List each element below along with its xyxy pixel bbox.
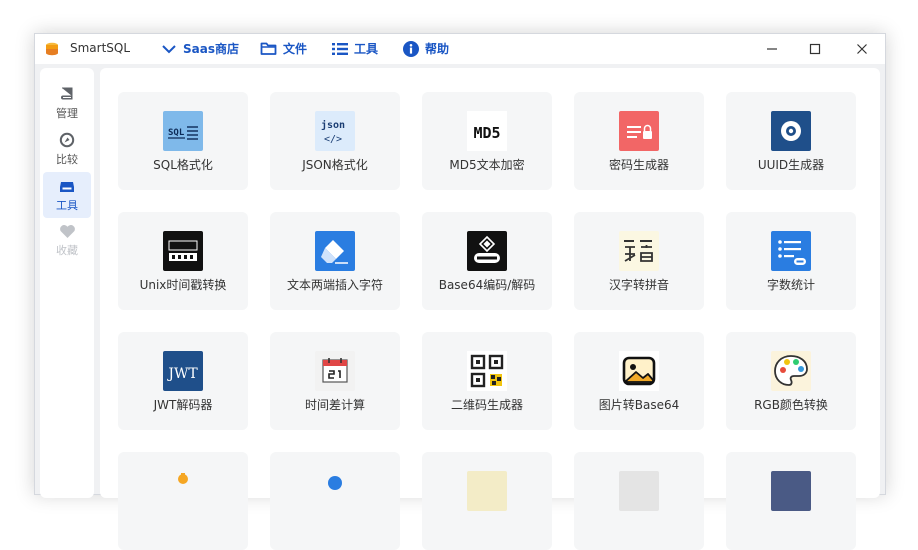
toolbox-icon: [60, 181, 74, 192]
svg-text:</>: </>: [324, 134, 342, 145]
word-count-icon: [771, 231, 811, 271]
heart-icon: [59, 225, 75, 238]
tool-password[interactable]: 密码生成器: [574, 92, 704, 190]
image-icon: [619, 351, 659, 391]
sidebar-item-manage[interactable]: 管理: [43, 80, 91, 126]
tools-panel: SQL SQL格式化 json </> JSON格式化 MD5 MD5文本加密: [100, 68, 880, 550]
partial-icon-blue: [328, 476, 342, 490]
calendar-icon: [315, 351, 355, 391]
tool-json-format[interactable]: json </> JSON格式化: [270, 92, 400, 190]
menu-tools[interactable]: 工具: [332, 40, 378, 57]
tool-pinyin[interactable]: 汉字转拼音: [574, 212, 704, 310]
tool-partial-1[interactable]: [118, 452, 248, 550]
list-icon: [332, 42, 348, 55]
menu-file[interactable]: 文件: [260, 40, 307, 57]
md5-icon: MD5: [467, 111, 507, 151]
password-icon: [619, 111, 659, 151]
minimize-button[interactable]: [761, 38, 783, 60]
maximize-icon: [809, 43, 821, 55]
tool-jwt[interactable]: JWT JWT解码器: [118, 332, 248, 430]
palette-icon: [771, 351, 811, 391]
tool-image-base64[interactable]: 图片转Base64: [574, 332, 704, 430]
close-button[interactable]: [851, 38, 873, 60]
tool-base64[interactable]: Base64编码/解码: [422, 212, 552, 310]
menu-saas[interactable]: Saas商店: [161, 40, 239, 57]
tool-rgb[interactable]: RGB颜色转换: [726, 332, 856, 430]
tool-md5[interactable]: MD5 MD5文本加密: [422, 92, 552, 190]
folder-icon: [260, 42, 277, 55]
partial-icon-navy: [771, 471, 811, 511]
svg-text:JWT: JWT: [166, 366, 198, 382]
tool-partial-2[interactable]: [270, 452, 400, 550]
tool-sql-format[interactable]: SQL SQL格式化: [118, 92, 248, 190]
json-icon: json </>: [315, 111, 355, 151]
tool-word-count[interactable]: 字数统计: [726, 212, 856, 310]
partial-icon-orange: [178, 473, 188, 484]
tool-unix-time[interactable]: Unix时间戳转换: [118, 212, 248, 310]
partial-icon-yellow: [467, 471, 507, 511]
close-icon: [857, 44, 867, 54]
jwt-icon: JWT: [163, 351, 203, 391]
svg-text:MD5: MD5: [473, 124, 500, 142]
uuid-icon: [771, 111, 811, 151]
menu-help[interactable]: 帮助: [403, 40, 449, 57]
sidebar-item-compare[interactable]: 比较: [43, 126, 91, 172]
sidebar-item-favorites[interactable]: 收藏: [43, 218, 91, 264]
title-bar: SmartSQL Saas商店 文件 工具 帮助: [35, 34, 885, 64]
tool-partial-4[interactable]: [574, 452, 704, 550]
sidebar: 管理 比较 工具 收藏: [40, 68, 94, 498]
tool-qrcode[interactable]: 二维码生成器: [422, 332, 552, 430]
svg-text:json: json: [321, 119, 345, 131]
tool-time-diff[interactable]: 时间差计算: [270, 332, 400, 430]
tool-text-wrap[interactable]: 文本两端插入字符: [270, 212, 400, 310]
app-logo-icon: [46, 42, 58, 56]
tool-uuid[interactable]: UUID生成器: [726, 92, 856, 190]
maximize-button[interactable]: [804, 38, 826, 60]
svg-text:SQL: SQL: [168, 128, 185, 138]
qrcode-icon: [467, 351, 507, 391]
sql-format-icon: SQL: [163, 111, 203, 151]
compare-icon: [59, 132, 75, 147]
eraser-icon: [315, 231, 355, 271]
pinyin-icon: [619, 231, 659, 271]
tool-partial-5[interactable]: [726, 452, 856, 550]
sidebar-item-tools[interactable]: 工具: [43, 172, 91, 218]
app-title: SmartSQL: [70, 41, 131, 55]
partial-icon-gray: [619, 471, 659, 511]
info-icon: [403, 40, 419, 57]
minimize-icon: [767, 48, 777, 50]
tool-partial-3[interactable]: [422, 452, 552, 550]
book-icon: [61, 87, 73, 99]
base64-icon: [467, 231, 507, 271]
chevron-down-icon: [162, 44, 176, 53]
unix-time-icon: [163, 231, 203, 271]
app-window: SmartSQL Saas商店 文件 工具 帮助 管理 比较 工具 收藏 SQL…: [34, 33, 886, 550]
